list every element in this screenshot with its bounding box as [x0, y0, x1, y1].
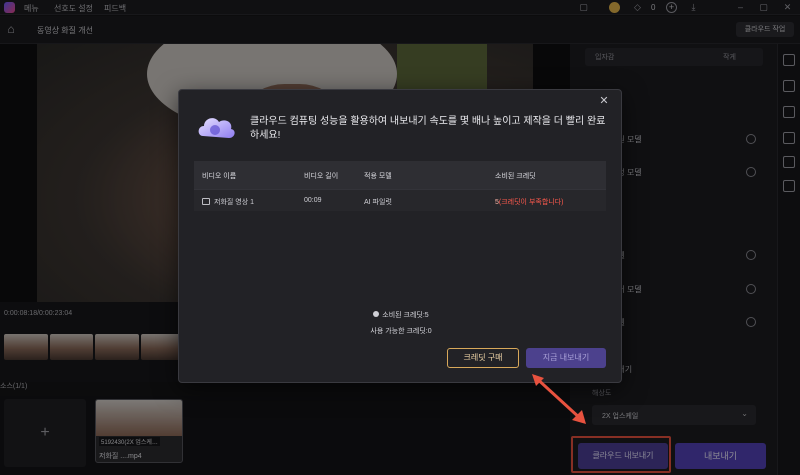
col-credits: 소비된 크레딧: [495, 173, 536, 180]
row-video-name: 저화질 영상 1: [202, 197, 254, 207]
export-table: 비디오 이름 비디오 길이 적용 모델 소비된 크레딧 저화질 영상 1 00:…: [194, 161, 606, 211]
dialog-title: 클라우드 컴퓨팅 성능을 활용하여 내보내기 속도를 몇 배나 높이고 제작을 …: [250, 116, 606, 141]
consumed-credits-text: 소비된 크레딧:5: [382, 312, 429, 319]
table-header: 비디오 이름 비디오 길이 적용 모델 소비된 크레딧: [194, 161, 606, 189]
row-video-length: 00:09: [304, 197, 322, 204]
buy-credits-button[interactable]: 크레딧 구매: [447, 348, 519, 368]
export-now-button[interactable]: 지금 내보내기: [526, 348, 606, 368]
cloud-export-dialog: ✕ 클라우드 컴퓨팅 성능을 활용하여 내보내기 속도를 몇 배나 높이고 제작…: [178, 89, 622, 383]
row-model: AI 파일럿: [364, 199, 392, 206]
col-video-name: 비디오 이름: [202, 173, 237, 180]
credit-icon: [373, 311, 380, 317]
close-icon[interactable]: ✕: [598, 95, 610, 107]
cloud-icon: [198, 118, 235, 138]
app-window: 메뉴 선호도 설정 피드백 ▢ ◇ 0 + ⤓ – ▢ ✕ ⌂ 동영상 화질 개…: [0, 0, 800, 475]
available-credits: 사용 가능한 크레딧:0: [370, 328, 432, 335]
row-credits: 5(크레딧이 부족합니다): [495, 197, 563, 207]
video-name-text: 저화질 영상 1: [214, 199, 254, 206]
consumed-credits: 소비된 크레딧:5: [179, 310, 623, 320]
annotation-arrow: [532, 374, 586, 424]
col-video-length: 비디오 길이: [304, 173, 339, 180]
col-model: 적용 모델: [364, 173, 392, 180]
credit-warning: (크레딧이 부족합니다): [498, 199, 564, 206]
film-icon: [202, 198, 210, 205]
table-row: 저화질 영상 1 00:09 AI 파일럿 5(크레딧이 부족합니다): [194, 189, 606, 211]
